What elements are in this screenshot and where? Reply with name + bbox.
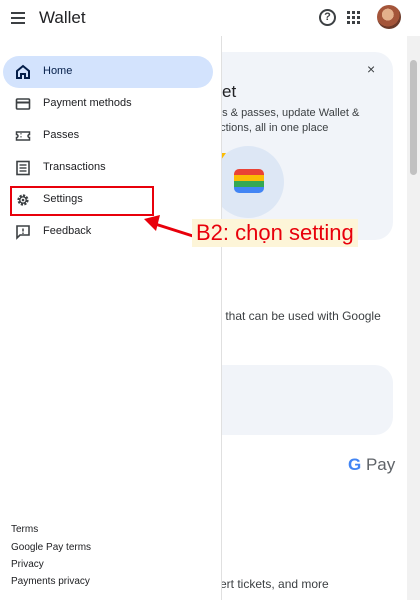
annotation-label: B2: chọn setting: [192, 219, 358, 247]
help-icon[interactable]: ?: [319, 9, 336, 26]
footer-link-payments-privacy[interactable]: Payments privacy: [11, 576, 90, 587]
account-avatar[interactable]: [377, 5, 401, 29]
nav-item-payment-methods[interactable]: Payment methods: [3, 88, 213, 120]
feedback-icon: [16, 225, 30, 240]
footer-link-google-pay-terms[interactable]: Google Pay terms: [11, 542, 91, 553]
info-text: s that can be used with Google: [216, 309, 381, 323]
annotation-arrow-icon: [144, 215, 197, 239]
scrollbar-thumb[interactable]: [410, 60, 417, 175]
home-icon: [16, 64, 30, 79]
navigation-drawer: Home Payment methods Passes Transactions…: [0, 36, 222, 600]
welcome-card-text-line-2: actions, all in one place: [214, 122, 329, 134]
nav-item-transactions[interactable]: Transactions: [3, 152, 213, 184]
nav-label-passes: Passes: [43, 129, 80, 141]
receipt-icon: [16, 160, 30, 176]
passes-text: cert tickets, and more: [214, 577, 329, 591]
welcome-card-text-line-1: ds & passes, update Wallet &: [216, 107, 360, 119]
nav-item-passes[interactable]: Passes: [3, 120, 213, 152]
nav-item-home[interactable]: Home: [3, 56, 213, 88]
secondary-card: [200, 365, 393, 435]
google-pay-logo: G Pay: [348, 455, 396, 474]
footer-link-privacy[interactable]: Privacy: [11, 559, 44, 570]
top-app-bar: Wallet ?: [0, 0, 420, 36]
app-title: Wallet: [39, 8, 86, 27]
close-icon[interactable]: ×: [367, 61, 375, 77]
nav-label-payment-methods: Payment methods: [43, 97, 132, 109]
nav-label-feedback: Feedback: [43, 225, 92, 237]
nav-label-transactions: Transactions: [43, 161, 106, 173]
credit-card-icon: [15, 98, 31, 110]
ticket-icon: [15, 131, 31, 141]
wallet-logo-icon: [234, 169, 264, 193]
apps-grid-icon[interactable]: [347, 11, 360, 24]
footer-link-terms[interactable]: Terms: [11, 524, 38, 535]
settings-highlight-box: [10, 186, 154, 216]
hamburger-menu-icon[interactable]: [8, 8, 28, 28]
nav-label-home: Home: [43, 65, 73, 77]
welcome-card-title: et: [222, 82, 237, 101]
